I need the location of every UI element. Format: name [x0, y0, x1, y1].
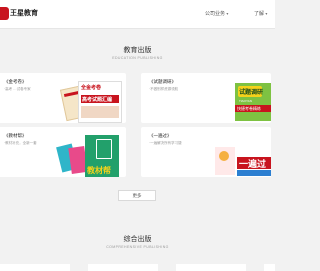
more-button[interactable]: 更多: [118, 190, 156, 201]
product-card-shiti-diaoyan[interactable]: 《试题调研》 ·不做别样资源领航 试题调研 TIAOYAN 快捷考卷精练: [141, 73, 271, 123]
product-card[interactable]: [264, 264, 275, 271]
section-subtitle-comprehensive: COMPREHENSIVE PUBLISHING: [106, 245, 169, 249]
cover-title: 全金考卷: [81, 85, 102, 91]
cover-main-text: 一遍过: [239, 159, 267, 169]
book-cover-image: 一遍过: [215, 145, 271, 177]
book-cover-image: 全金考卷 高考试题汇编: [78, 81, 122, 123]
product-card-jiaocaibang[interactable]: 《教材帮》 ·教材补充，全新一套 教材帮: [0, 127, 126, 177]
cover-photo: [81, 106, 119, 118]
cover-frame: [96, 139, 112, 159]
product-card[interactable]: [88, 264, 158, 271]
cover-main-text: 高考试题汇编: [82, 97, 113, 103]
cover-main-text: 教材帮: [87, 166, 111, 175]
section-subtitle-education: EDUCATION PUBLISHING: [112, 56, 163, 60]
nav-label: 公司业务: [205, 11, 226, 17]
logo-icon[interactable]: [0, 7, 9, 20]
product-card[interactable]: [176, 264, 246, 271]
section-title-comprehensive: 综合出版: [123, 236, 152, 243]
card-desc: ·一遍解决所有学习疑: [149, 141, 182, 145]
chevron-down-icon: ▾: [265, 11, 268, 16]
logo-text[interactable]: 王星教育: [10, 8, 38, 18]
book-cover-image: 试题调研 TIAOYAN 快捷考卷精练: [235, 83, 271, 121]
product-card-yibianguo[interactable]: 《一遍过》 ·一遍解决所有学习疑 一遍过: [141, 127, 271, 177]
card-desc: ·高考 …试卷专家: [4, 87, 31, 91]
top-header: 王星教育 公司业务 ▾ 了解 ▾: [0, 0, 275, 29]
cover-band: [237, 170, 271, 176]
cover-subtitle: TIAOYAN: [239, 99, 252, 103]
nav-label: 了解: [254, 11, 265, 17]
card-desc: ·不做别样资源领航: [149, 87, 179, 91]
cover-strip-text: 快捷考卷精练: [237, 106, 261, 111]
card-title: 《试题调研》: [149, 79, 176, 84]
card-title: 《教材帮》: [4, 133, 27, 138]
nav-about[interactable]: 了解 ▾: [254, 10, 267, 17]
chevron-down-icon: ▾: [226, 11, 229, 16]
product-card-jinkaojuan[interactable]: 《金考卷》 ·高考 …试卷专家 全金考卷 高考试题汇编: [0, 73, 126, 123]
section-title-education: 教育出版: [123, 47, 152, 54]
nav-company-business[interactable]: 公司业务 ▾: [205, 10, 228, 17]
card-title: 《金考卷》: [4, 79, 27, 84]
card-title: 《一遍过》: [149, 133, 172, 138]
card-desc: ·教材补充，全新一套: [4, 141, 37, 145]
cover-title: 试题调研: [239, 90, 264, 96]
product-card[interactable]: [0, 264, 70, 271]
cover-kids-art: [219, 151, 229, 161]
book-cover-image: 教材帮: [85, 135, 119, 177]
